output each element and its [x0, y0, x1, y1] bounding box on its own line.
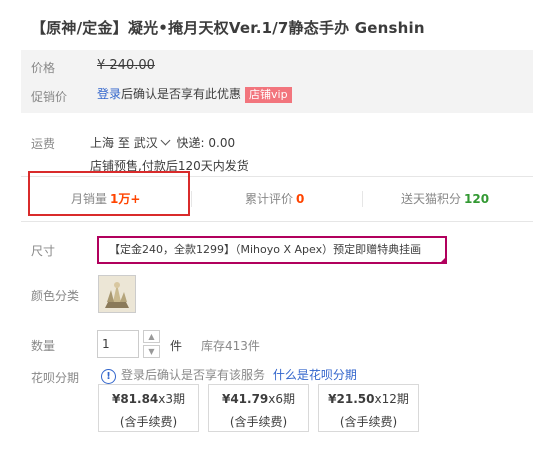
selected-check-icon	[439, 256, 445, 262]
vip-badge: 店铺vip	[245, 87, 292, 103]
ship-to-select[interactable]: 武汉	[133, 135, 171, 150]
quantity-input[interactable]: 1	[97, 330, 139, 358]
divider	[362, 191, 363, 207]
express-fee: 快递: 0.00	[176, 136, 236, 150]
color-option-thumbnail[interactable]	[98, 275, 136, 313]
divider	[191, 191, 192, 207]
figure-thumbnail-icon	[99, 276, 135, 312]
shipping-route: 上海 至 武汉 快递: 0.00	[90, 134, 235, 151]
huabei-notice-row: ! 登录后确认是否享有该服务 什么是花呗分期	[101, 366, 357, 384]
points-stat: 送天猫积分 120	[401, 192, 490, 206]
stock-count: 库存413件	[201, 339, 260, 353]
highlight-box	[28, 171, 190, 216]
installment-plan-3[interactable]: ¥81.84x3期 (含手续费)	[98, 384, 199, 432]
huabei-notice: 登录后确认是否享有该服务	[121, 368, 266, 382]
promo-text: 后确认是否享有此优惠	[121, 87, 242, 101]
size-label: 尺寸	[31, 244, 56, 258]
quantity-decrease-button[interactable]: ▼	[143, 345, 160, 358]
reviews-stat[interactable]: 累计评价 0	[245, 177, 304, 221]
ship-to-city: 武汉	[133, 136, 158, 150]
quantity-label: 数量	[31, 339, 56, 353]
original-price: ¥ 240.00	[97, 58, 155, 73]
ship-to-word: 至	[117, 136, 130, 150]
chevron-down-icon	[160, 135, 171, 146]
promo-label: 促销价	[31, 90, 68, 104]
huabei-info-link[interactable]: 什么是花呗分期	[273, 368, 357, 382]
size-option-selected[interactable]: 【定金240，全款1299】（Mihoyo X Apex）预定即赠特典挂画	[97, 236, 447, 264]
installment-plan-12[interactable]: ¥21.50x12期 (含手续费)	[318, 384, 419, 432]
points-value: 120	[464, 192, 490, 206]
promo-row: 登录后确认是否享有此优惠 店铺vip	[97, 85, 292, 103]
price-label: 价格	[31, 61, 56, 75]
size-option-text: 【定金240，全款1299】（Mihoyo X Apex）预定即赠特典挂画	[109, 243, 422, 256]
quantity-unit: 件	[170, 339, 183, 353]
quantity-increase-button[interactable]: ▲	[143, 330, 160, 343]
info-icon: !	[101, 369, 116, 384]
huabei-label: 花呗分期	[31, 371, 80, 385]
ship-from: 上海	[90, 136, 115, 150]
shipping-label: 运费	[31, 137, 56, 151]
reviews-value: 0	[296, 192, 305, 206]
color-label: 颜色分类	[31, 289, 80, 303]
login-link[interactable]: 登录	[97, 87, 121, 101]
installment-plan-6[interactable]: ¥41.79x6期 (含手续费)	[208, 384, 309, 432]
product-title: 【原神/定金】凝光•掩月天权Ver.1/7静态手办 Genshin	[31, 19, 425, 37]
